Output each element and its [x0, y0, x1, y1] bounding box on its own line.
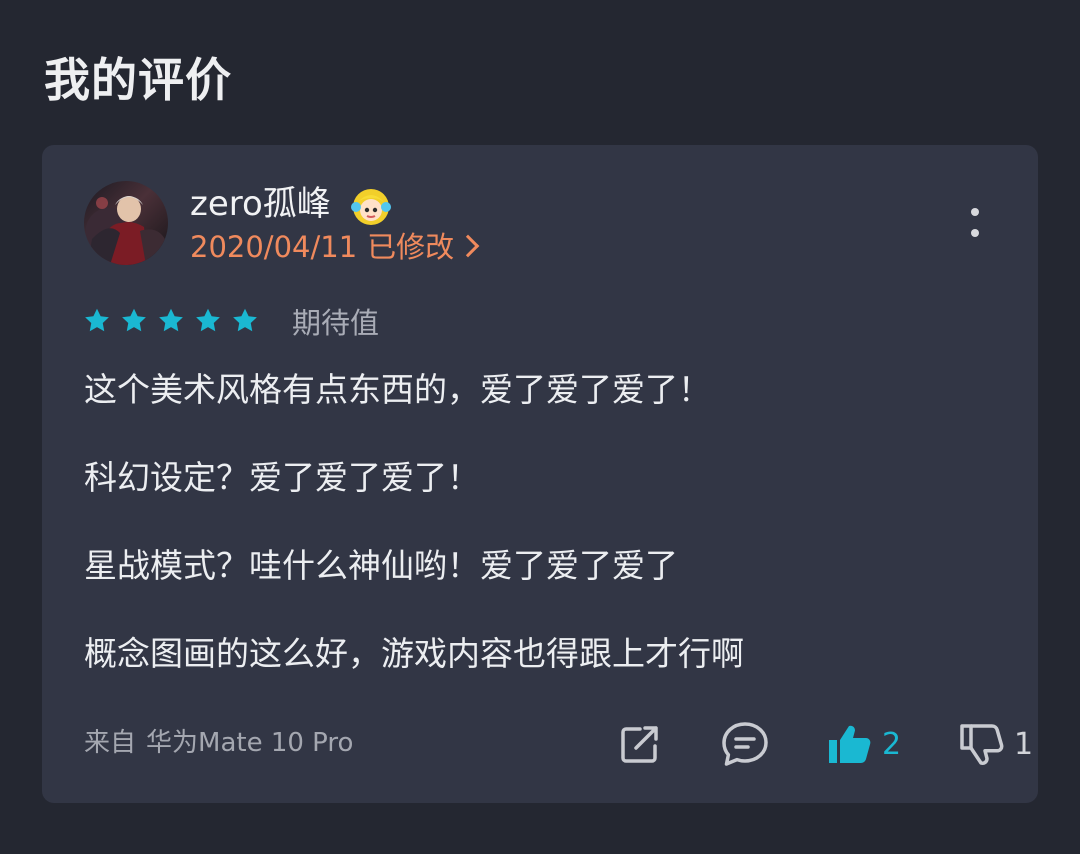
username[interactable]: zero孤峰 [190, 181, 331, 227]
chevron-right-icon [456, 234, 480, 258]
star-icon [156, 306, 186, 336]
device-prefix: 来自 [84, 728, 137, 758]
device-info: 来自 华为Mate 10 Pro [84, 725, 353, 761]
anime-girl-badge-icon [348, 183, 394, 229]
review-date: 2020/04/11 [190, 230, 358, 264]
thumbs-down-icon [958, 720, 1006, 768]
device-model: 华为Mate 10 Pro [146, 728, 354, 758]
review-date-link[interactable]: 2020/04/11 已修改 [190, 227, 480, 267]
review-card: zero孤峰 2020/04/11 已修改 期待值 这个美术风格有点东西的，爱了… [42, 145, 1038, 803]
review-paragraph: 星战模式？哇什么神仙哟！爱了爱了爱了 [84, 546, 678, 585]
star-icon [82, 306, 112, 336]
dislike-count: 1 [1014, 726, 1034, 762]
avatar[interactable] [84, 181, 168, 265]
star-icon [119, 306, 149, 336]
comment-icon [720, 719, 770, 769]
thumbs-up-icon [826, 720, 874, 768]
review-paragraph: 科幻设定？爱了爱了爱了！ [84, 458, 480, 497]
rating-row: 期待值 [82, 301, 379, 341]
more-vertical-icon[interactable] [962, 205, 988, 239]
star-icon [193, 306, 223, 336]
review-paragraph: 这个美术风格有点东西的，爱了爱了爱了！ [84, 370, 711, 409]
like-button[interactable]: 2 [826, 719, 901, 769]
star-icon [230, 306, 260, 336]
review-body: 这个美术风格有点东西的，爱了爱了爱了！ 科幻设定？爱了爱了爱了！ 星战模式？哇什… [84, 365, 1004, 717]
edited-label: 已修改 [367, 230, 455, 264]
page-title: 我的评价 [44, 53, 232, 107]
review-footer: 来自 华为Mate 10 Pro 2 1 [84, 719, 1033, 769]
review-paragraph: 概念图画的这么好，游戏内容也得跟上才行啊 [84, 634, 744, 673]
share-icon [616, 720, 664, 768]
comment-button[interactable] [720, 719, 770, 769]
dislike-button[interactable]: 1 [958, 719, 1033, 769]
rating-label: 期待值 [292, 306, 380, 340]
like-count: 2 [882, 726, 902, 762]
share-button[interactable] [616, 719, 664, 769]
